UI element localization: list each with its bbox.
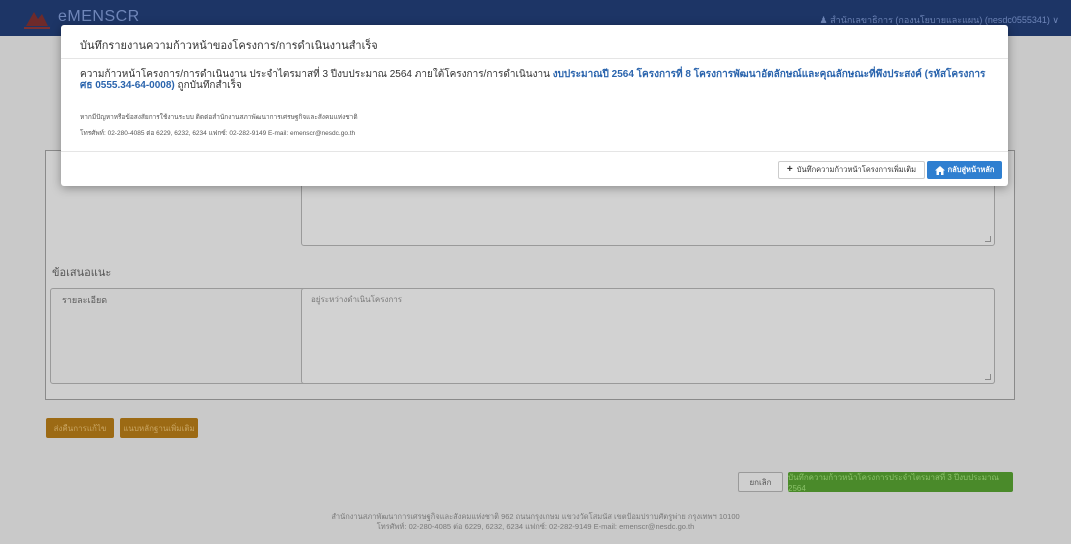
- suggestion-section-title: ข้อเสนอแนะ: [52, 267, 112, 279]
- success-message: ความก้าวหน้าโครงการ/การดำเนินงาน ประจำไต…: [80, 69, 995, 91]
- cancel-button[interactable]: ยกเลิก: [738, 472, 783, 492]
- success-modal: บันทึกรายงานความก้าวหน้าของโครงการ/การดำ…: [61, 25, 1008, 186]
- help-contact: โทรศัพท์: 02-280-4085 ต่อ 6229, 6232, 62…: [80, 130, 356, 137]
- detail-textarea[interactable]: [301, 288, 995, 384]
- add-progress-button[interactable]: + บันทึกความก้าวหน้าโครงการเพิ่มเติม: [778, 161, 925, 179]
- brand-name: eMENSCR: [58, 8, 140, 25]
- save-progress-button[interactable]: บันทึกความก้าวหน้าโครงการประจำไตรมาสที่ …: [788, 472, 1013, 493]
- emenscr-logo: [24, 12, 50, 29]
- user-icon: ♟: [819, 15, 828, 25]
- add-progress-label: บันทึกความก้าวหน้าโครงการเพิ่มเติม: [796, 165, 917, 174]
- detail-label: รายละเอียด: [62, 295, 108, 305]
- resize-handle[interactable]: [985, 374, 991, 380]
- modal-header: บันทึกรายงานความก้าวหน้าของโครงการ/การดำ…: [61, 25, 1008, 59]
- message-suffix: ถูกบันทึกสำเร็จ: [174, 80, 242, 91]
- back-home-label: กลับสู่หน้าหลัก: [947, 165, 995, 174]
- modal-title: บันทึกรายงานความก้าวหน้าของโครงการ/การดำ…: [80, 40, 378, 52]
- message-prefix: ความก้าวหน้าโครงการ/การดำเนินงาน ประจำไต…: [80, 69, 553, 80]
- back-home-button[interactable]: กลับสู่หน้าหลัก: [927, 161, 1002, 179]
- page-footer: สำนักงานสภาพัฒนาการเศรษฐกิจและสังคมแห่งช…: [0, 512, 1071, 532]
- footer-address: สำนักงานสภาพัฒนาการเศรษฐกิจและสังคมแห่งช…: [331, 512, 740, 521]
- home-icon: [934, 165, 945, 175]
- modal-footer: + บันทึกความก้าวหน้าโครงการเพิ่มเติม กลั…: [61, 151, 1008, 186]
- resize-handle[interactable]: [985, 236, 991, 242]
- footer-contact: โทรศัพท์: 02-280-4085 ต่อ 6229, 6232, 62…: [376, 522, 695, 531]
- chevron-down-icon: ∨: [1052, 15, 1059, 25]
- modal-body: ความก้าวหน้าโครงการ/การดำเนินงาน ประจำไต…: [80, 69, 995, 91]
- previous-textarea[interactable]: [301, 183, 995, 246]
- attach-evidence-button[interactable]: แนบหลักฐานเพิ่มเติม: [120, 418, 198, 438]
- detail-value: อยู่ระหว่างดำเนินโครงการ: [311, 295, 403, 304]
- help-text: หากมีปัญหาหรือข้อสงสัยการใช้งานระบบ ติดต…: [80, 114, 358, 121]
- return-edit-button[interactable]: ส่งคืนการแก้ไข: [46, 418, 114, 438]
- user-name: สำนักเลขาธิการ (กองนโยบายและแผน) (nesdc0…: [830, 15, 1050, 25]
- plus-icon: +: [786, 164, 793, 175]
